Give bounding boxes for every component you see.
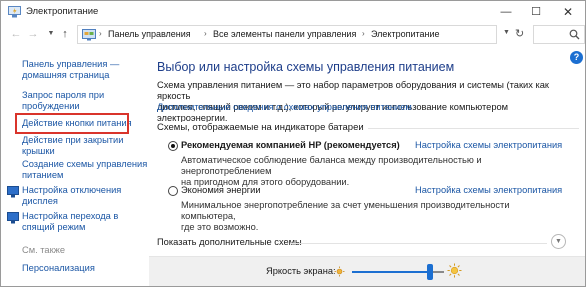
plan-saver-description: Минимальное энергопотребление за счет ум… [181,200,510,232]
breadcrumb-separator-icon: › [99,29,102,38]
plan-hp-name[interactable]: Рекомендуемая компанией HP (рекомендуетс… [181,140,400,150]
brightness-label: Яркость экрана: [266,266,336,276]
brightness-low-icon [334,266,345,277]
monitor-icon [7,186,19,198]
refresh-icon[interactable]: ↻ [515,27,524,40]
address-dropdown-chevron-icon[interactable]: ▼ [503,29,510,36]
help-icon[interactable]: ? [570,51,583,64]
breadcrumb-control-panel[interactable]: Панель управления [108,29,191,39]
search-input[interactable] [533,25,585,44]
brightness-high-icon [447,263,462,278]
breadcrumb-separator-icon[interactable]: › [362,29,365,38]
breadcrumb-separator-icon[interactable]: › [204,29,207,38]
sidebar-item-wake-password[interactable]: Запрос пароля при пробуждении [22,90,104,112]
chevron-down-icon[interactable]: ▼ [551,234,566,249]
page-title: Выбор или настройка схемы управления пит… [157,60,455,74]
forward-arrow-icon[interactable]: → [26,27,40,41]
window-title: Электропитание [26,6,99,17]
see-also-label: См. также [22,245,66,255]
up-arrow-icon[interactable]: ↑ [58,27,72,41]
power-options-window: Электропитание — ☐ ✕ ← → ▼ ↑ › Панель уп… [0,0,586,287]
title-bar: Электропитание — ☐ ✕ [1,1,585,23]
sidebar-item-display-off[interactable]: Настройка отключения дисплея [22,185,121,207]
main-content: ? Выбор или настройка схемы управления п… [149,47,585,286]
breadcrumb-all-items[interactable]: Все элементы панели управления [213,29,356,39]
brightness-slider-thumb[interactable] [427,264,434,280]
more-info-link[interactable]: Дополнительные сведения о схемах управле… [157,102,412,112]
sidebar-personalization-link[interactable]: Персонализация [22,263,95,274]
monitor-icon [7,212,19,224]
recent-locations-chevron-icon[interactable]: ▼ [44,27,58,41]
close-button[interactable]: ✕ [553,1,583,23]
maximize-button[interactable]: ☐ [521,1,551,23]
more-plans-divider [291,243,547,244]
sidebar: Панель управления — домашняя страница За… [1,47,149,286]
sidebar-item-lid-close[interactable]: Действие при закрытии крышки [22,135,123,157]
power-options-app-icon [8,6,21,18]
control-panel-icon [82,29,96,41]
back-arrow-icon[interactable]: ← [9,27,23,41]
plan-saver-radio[interactable] [168,186,178,196]
sidebar-item-create-plan[interactable]: Создание схемы управления питанием [22,159,147,181]
breadcrumb-power-options[interactable]: Электропитание [371,29,440,39]
search-icon[interactable] [569,29,580,40]
sidebar-item-sleep[interactable]: Настройка перехода в спящий режим [22,211,118,233]
brightness-bar: Яркость экрана: [149,256,585,286]
address-bar[interactable]: › Панель управления › Все элементы панел… [77,25,497,44]
plan-hp-description: Автоматическое соблюдение баланса между … [181,155,482,187]
minimize-button[interactable]: — [491,1,521,23]
plan-hp-radio[interactable] [168,141,178,151]
show-more-plans-label[interactable]: Показать дополнительные схемы [157,237,302,247]
plan-hp-settings-link[interactable]: Настройка схемы электропитания [415,140,562,150]
navigation-bar: ← → ▼ ↑ › Панель управления › Все элемен… [1,24,585,46]
plan-saver-name[interactable]: Экономия энергии [181,185,261,195]
battery-plans-group-label: Схемы, отображаемые на индикаторе батаре… [157,122,368,133]
plan-saver-settings-link[interactable]: Настройка схемы электропитания [415,185,562,195]
highlight-frame [15,113,129,134]
brightness-slider-fill [352,271,431,273]
sidebar-home-link[interactable]: Панель управления — домашняя страница [22,59,119,81]
